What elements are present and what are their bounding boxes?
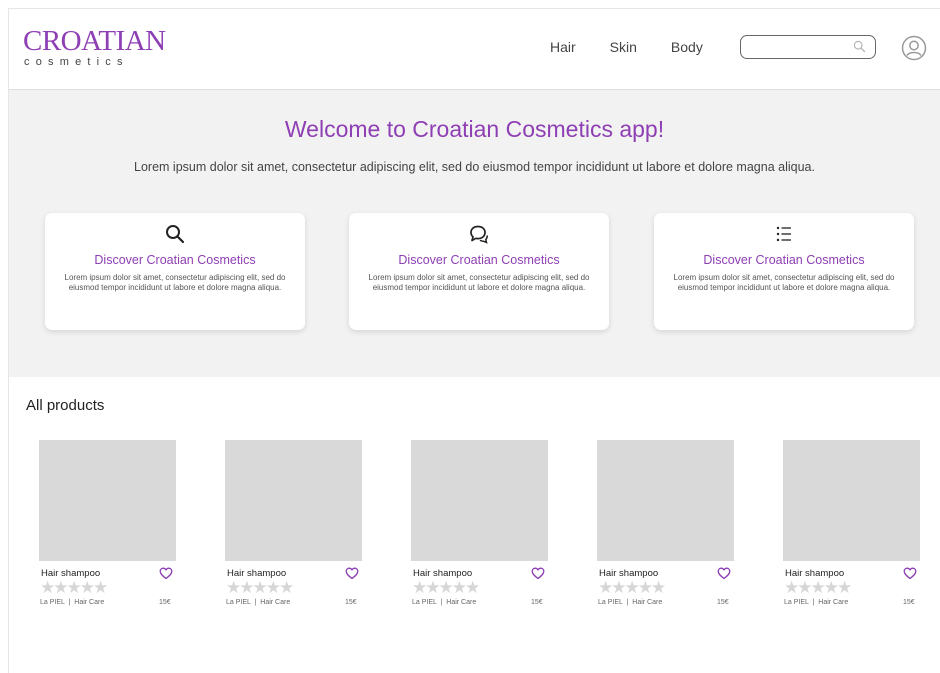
nav-item-hair[interactable]: Hair xyxy=(550,39,576,55)
product-category: Hair Care xyxy=(260,599,291,606)
product-meta: La PIEL | Hair Care xyxy=(784,599,849,606)
product-meta: La PIEL | Hair Care xyxy=(40,599,105,606)
product-meta: La PIEL | Hair Care xyxy=(598,599,663,606)
product-card[interactable]: Hair shampoo ★★★★★ La PIEL | Hair Care 1… xyxy=(39,440,176,606)
product-category: Hair Care xyxy=(74,599,105,606)
nav-item-skin[interactable]: Skin xyxy=(610,39,637,55)
header: CROATIAN cosmetics Hair Skin Body xyxy=(9,9,940,90)
heart-icon[interactable] xyxy=(717,567,731,585)
page: CROATIAN cosmetics Hair Skin Body Welcom… xyxy=(0,0,940,673)
heart-icon[interactable] xyxy=(903,567,917,585)
search-icon xyxy=(45,223,305,245)
product-card[interactable]: Hair shampoo ★★★★★ La PIEL | Hair Care 1… xyxy=(783,440,920,606)
product-price: 15€ xyxy=(159,599,171,606)
product-price: 15€ xyxy=(345,599,357,606)
search-input[interactable] xyxy=(749,36,858,58)
hero-title: Welcome to Croatian Cosmetics app! xyxy=(284,116,665,142)
product-price: 15€ xyxy=(531,599,543,606)
feature-card-list[interactable]: Discover Croatian Cosmetics Lorem ipsum … xyxy=(654,213,914,330)
feature-card-search[interactable]: Discover Croatian Cosmetics Lorem ipsum … xyxy=(45,213,305,330)
heart-icon[interactable] xyxy=(345,567,359,585)
product-card[interactable]: Hair shampoo ★★★★★ La PIEL | Hair Care 1… xyxy=(225,440,362,606)
chat-icon xyxy=(349,223,609,245)
nav-item-body[interactable]: Body xyxy=(671,39,703,55)
star-icon[interactable]: ★★★★★ xyxy=(412,579,480,597)
product-image[interactable] xyxy=(597,440,734,561)
product-brand: La PIEL xyxy=(226,599,251,606)
card-title[interactable]: Discover Croatian Cosmetics xyxy=(45,253,305,267)
product-price: 15€ xyxy=(717,599,729,606)
star-icon[interactable]: ★★★★★ xyxy=(598,579,666,597)
logo-subtext: cosmetics xyxy=(24,56,129,68)
product-card[interactable]: Hair shampoo ★★★★★ La PIEL | Hair Care 1… xyxy=(411,440,548,606)
list-icon xyxy=(654,223,914,245)
product-brand: La PIEL xyxy=(412,599,437,606)
product-image[interactable] xyxy=(783,440,920,561)
product-image[interactable] xyxy=(225,440,362,561)
product-brand: La PIEL xyxy=(784,599,809,606)
card-body: Lorem ipsum dolor sit amet, consectetur … xyxy=(64,273,286,292)
star-icon[interactable]: ★★★★★ xyxy=(226,579,294,597)
product-brand: La PIEL xyxy=(40,599,65,606)
product-brand: La PIEL xyxy=(598,599,623,606)
product-price: 15€ xyxy=(903,599,915,606)
star-icon[interactable]: ★★★★★ xyxy=(40,579,108,597)
card-title[interactable]: Discover Croatian Cosmetics xyxy=(349,253,609,267)
hero-section: Welcome to Croatian Cosmetics app! Lorem… xyxy=(9,90,940,377)
product-image[interactable] xyxy=(411,440,548,561)
logo-text: CROATIAN xyxy=(23,25,166,57)
user-circle-icon[interactable] xyxy=(901,35,927,61)
search-icon[interactable] xyxy=(853,40,866,58)
hero-subtitle: Lorem ipsum dolor sit amet, consectetur … xyxy=(134,160,815,174)
product-meta: La PIEL | Hair Care xyxy=(226,599,291,606)
product-category: Hair Care xyxy=(632,599,663,606)
product-category: Hair Care xyxy=(446,599,477,606)
search-box[interactable] xyxy=(740,35,876,59)
product-card[interactable]: Hair shampoo ★★★★★ La PIEL | Hair Care 1… xyxy=(597,440,734,606)
card-title[interactable]: Discover Croatian Cosmetics xyxy=(654,253,914,267)
product-category: Hair Care xyxy=(818,599,849,606)
logo[interactable]: CROATIAN cosmetics xyxy=(23,25,166,69)
card-body: Lorem ipsum dolor sit amet, consectetur … xyxy=(673,273,895,292)
products-section-title: All products xyxy=(26,397,105,414)
heart-icon[interactable] xyxy=(531,567,545,585)
product-meta: La PIEL | Hair Care xyxy=(412,599,477,606)
card-body: Lorem ipsum dolor sit amet, consectetur … xyxy=(368,273,590,292)
heart-icon[interactable] xyxy=(159,567,173,585)
product-image[interactable] xyxy=(39,440,176,561)
feature-card-chat[interactable]: Discover Croatian Cosmetics Lorem ipsum … xyxy=(349,213,609,330)
main-nav: Hair Skin Body xyxy=(550,39,737,55)
star-icon[interactable]: ★★★★★ xyxy=(784,579,852,597)
